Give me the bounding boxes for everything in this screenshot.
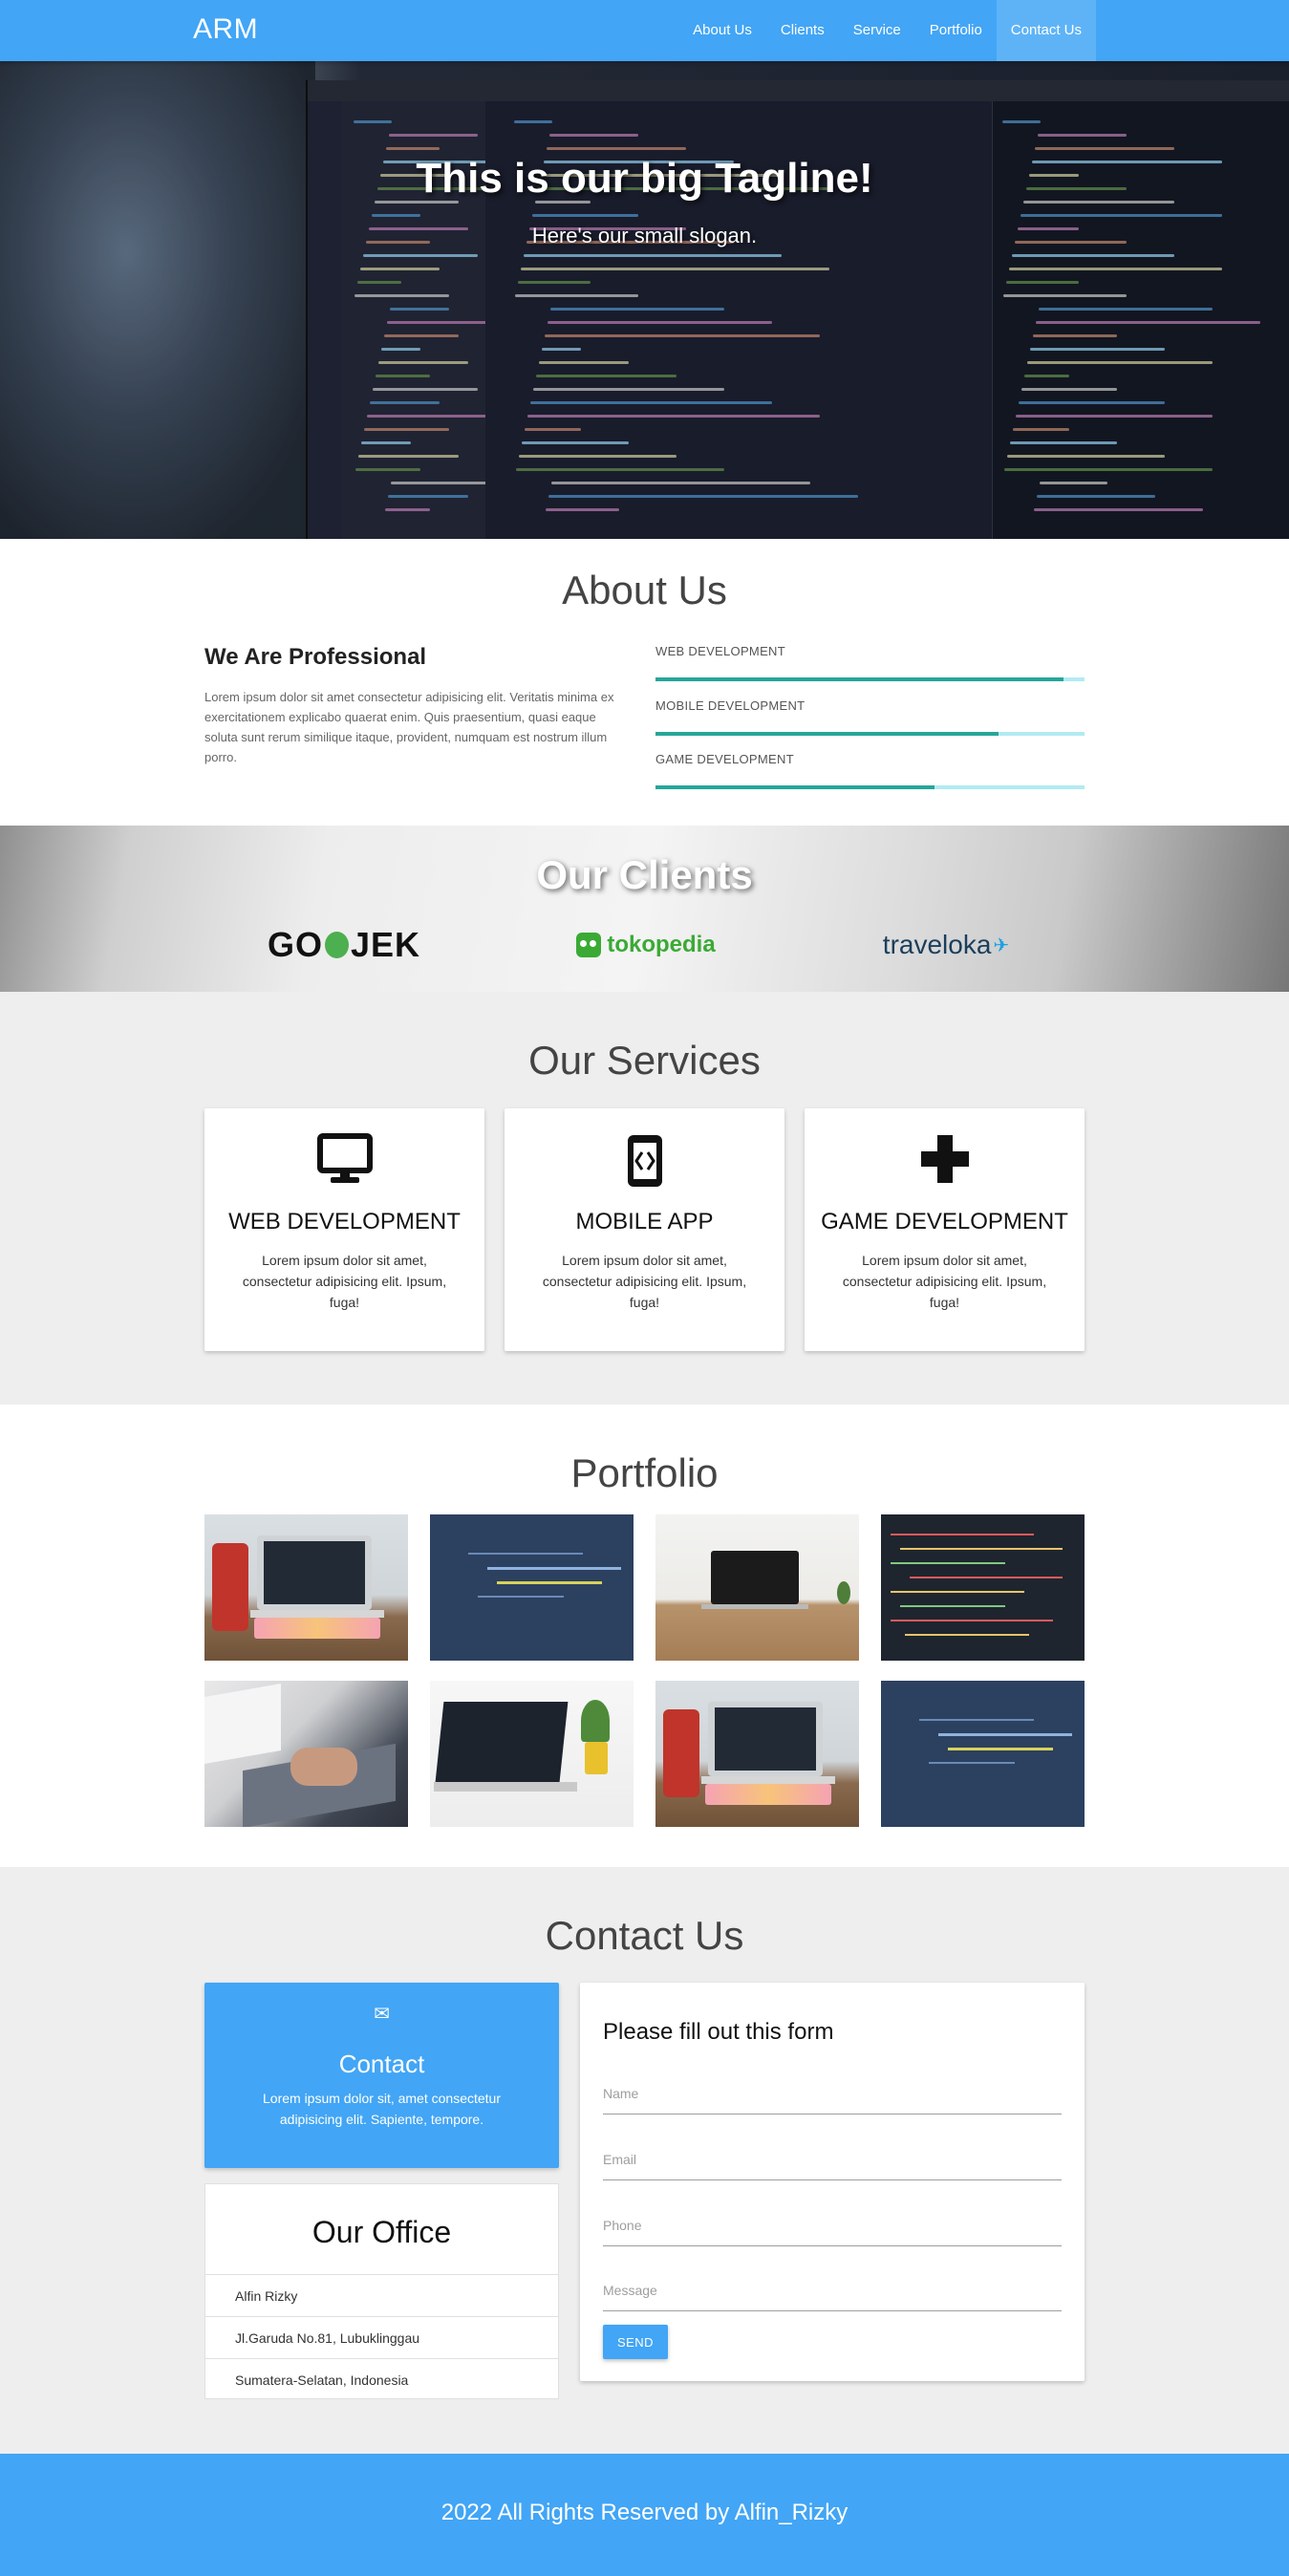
contact-card: ✉ Contact Lorem ipsum dolor sit, amet co… [204,1983,559,2168]
nav-link-about[interactable]: About Us [678,0,766,61]
skill-bar-mobile [655,732,1085,736]
service-title: GAME DEVELOPMENT [821,1209,1068,1234]
portfolio-title: Portfolio [570,1450,719,1495]
portfolio-image[interactable] [881,1514,1085,1661]
hero-section: This is our big Tagline! Here's our smal… [0,61,1289,539]
name-field-wrapper [603,2074,1062,2114]
portfolio-image[interactable] [881,1681,1085,1827]
traveloka-logo: traveloka ✈ [882,930,1010,959]
message-field-wrapper [603,2271,1062,2311]
gojek-logo: GO JEK [268,925,420,964]
portfolio-image[interactable] [204,1681,408,1827]
portfolio-image[interactable] [655,1681,859,1827]
about-heading: We Are Professional [204,644,427,670]
service-title: WEB DEVELOPMENT [228,1209,461,1234]
services-title: Our Services [528,1038,761,1083]
mail-icon: ✉ [374,2004,390,2025]
send-button[interactable]: SEND [603,2325,668,2359]
service-card-web: WEB DEVELOPMENT Lorem ipsum dolor sit am… [204,1108,484,1351]
desktop-icon [204,1133,484,1196]
office-panel: Our Office Alfin Rizky Jl.Garuda No.81, … [204,2183,559,2399]
skill-label-mobile: MOBILE DEVELOPMENT [655,698,806,713]
service-text: Lorem ipsum dolor sit amet, consectetur … [542,1253,747,1310]
contact-form: Please fill out this form SEND [580,1983,1085,2381]
skill-bar-game [655,785,1085,789]
form-title: Please fill out this form [603,2019,834,2045]
navbar: ARM About Us Clients Service Portfolio C… [0,0,1289,61]
service-title: MOBILE APP [575,1209,714,1234]
service-card-mobile: MOBILE APP Lorem ipsum dolor sit amet, c… [505,1108,784,1351]
contact-card-text: Lorem ipsum dolor sit, amet consectetur … [263,2091,501,2127]
mobile-code-icon [505,1133,784,1200]
contact-title: Contact Us [545,1913,744,1958]
portfolio-image[interactable] [430,1681,634,1827]
hero-tagline: This is our big Tagline! [416,155,873,202]
gamepad-icon [805,1133,1085,1196]
about-paragraph: Lorem ipsum dolor sit amet consectetur a… [204,690,614,764]
nav-link-portfolio[interactable]: Portfolio [915,0,997,61]
about-title: About Us [562,568,727,612]
nav-link-contact[interactable]: Contact Us [996,0,1096,61]
skill-label-web: WEB DEVELOPMENT [655,644,785,658]
contact-card-title: Contact [338,2050,425,2078]
office-item: Alfin Rizky [205,2274,558,2316]
phone-field[interactable] [603,2206,1062,2244]
contact-section: Contact Us ✉ Contact Lorem ipsum dolor s… [0,1867,1289,2454]
portfolio-image[interactable] [655,1514,859,1661]
hero-slogan: Here's our small slogan. [531,224,758,247]
name-field[interactable] [603,2074,1062,2113]
nav-link-service[interactable]: Service [839,0,915,61]
footer-text: 2022 All Rights Reserved by Alfin_Rizky [440,2500,849,2525]
service-card-game: GAME DEVELOPMENT Lorem ipsum dolor sit a… [805,1108,1085,1351]
email-field[interactable] [603,2140,1062,2179]
office-item: Jl.Garuda No.81, Lubuklinggau [205,2316,558,2358]
nav-link-clients[interactable]: Clients [766,0,839,61]
brand-logo[interactable]: ARM [193,13,258,46]
service-text: Lorem ipsum dolor sit amet, consectetur … [242,1253,447,1310]
email-field-wrapper [603,2140,1062,2180]
footer: 2022 All Rights Reserved by Alfin_Rizky [0,2454,1289,2576]
portfolio-image[interactable] [430,1514,634,1661]
phone-field-wrapper [603,2206,1062,2246]
clients-section: Our Clients GO JEK tokopedia traveloka ✈ [0,826,1289,992]
service-text: Lorem ipsum dolor sit amet, consectetur … [842,1253,1047,1310]
tokopedia-logo: tokopedia [569,921,722,969]
clients-title: Our Clients [536,852,753,897]
skill-bar-web [655,677,1085,681]
skill-label-game: GAME DEVELOPMENT [655,752,794,766]
message-field[interactable] [603,2271,1062,2309]
portfolio-image[interactable] [204,1514,408,1661]
office-title: Our Office [312,2215,452,2249]
nav-links: About Us Clients Service Portfolio Conta… [678,0,1096,61]
office-item: Sumatera-Selatan, Indonesia [205,2358,558,2400]
portfolio-section: Portfolio [0,1405,1289,1867]
services-section: Our Services WEB DEVELOPMENT Lorem ipsum… [0,992,1289,1405]
about-section: About Us We Are Professional Lorem ipsum… [0,539,1289,826]
